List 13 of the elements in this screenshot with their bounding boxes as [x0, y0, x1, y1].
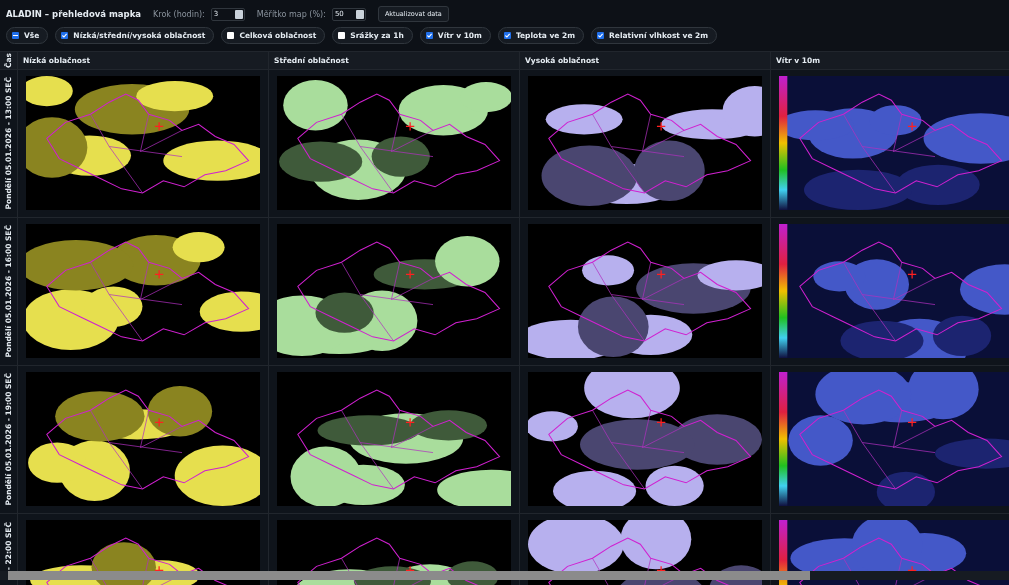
checkbox-icon[interactable]	[12, 32, 19, 39]
scrollbar[interactable]	[0, 571, 1009, 580]
scale-label: Měřítko map (%):	[256, 9, 326, 19]
page-title: ALADIN – přehledová mapka	[6, 9, 142, 19]
checkbox-icon[interactable]	[503, 32, 511, 39]
spinner-icon[interactable]	[234, 9, 243, 19]
checkbox-icon[interactable]	[227, 32, 235, 39]
step-label: Krok (hodin):	[153, 9, 205, 19]
checkbox-icon[interactable]	[61, 32, 69, 39]
checkbox-icon[interactable]	[597, 32, 605, 39]
checkbox-icon[interactable]	[425, 32, 433, 39]
checkbox-icon[interactable]	[338, 32, 346, 39]
spinner-icon[interactable]	[355, 9, 364, 19]
